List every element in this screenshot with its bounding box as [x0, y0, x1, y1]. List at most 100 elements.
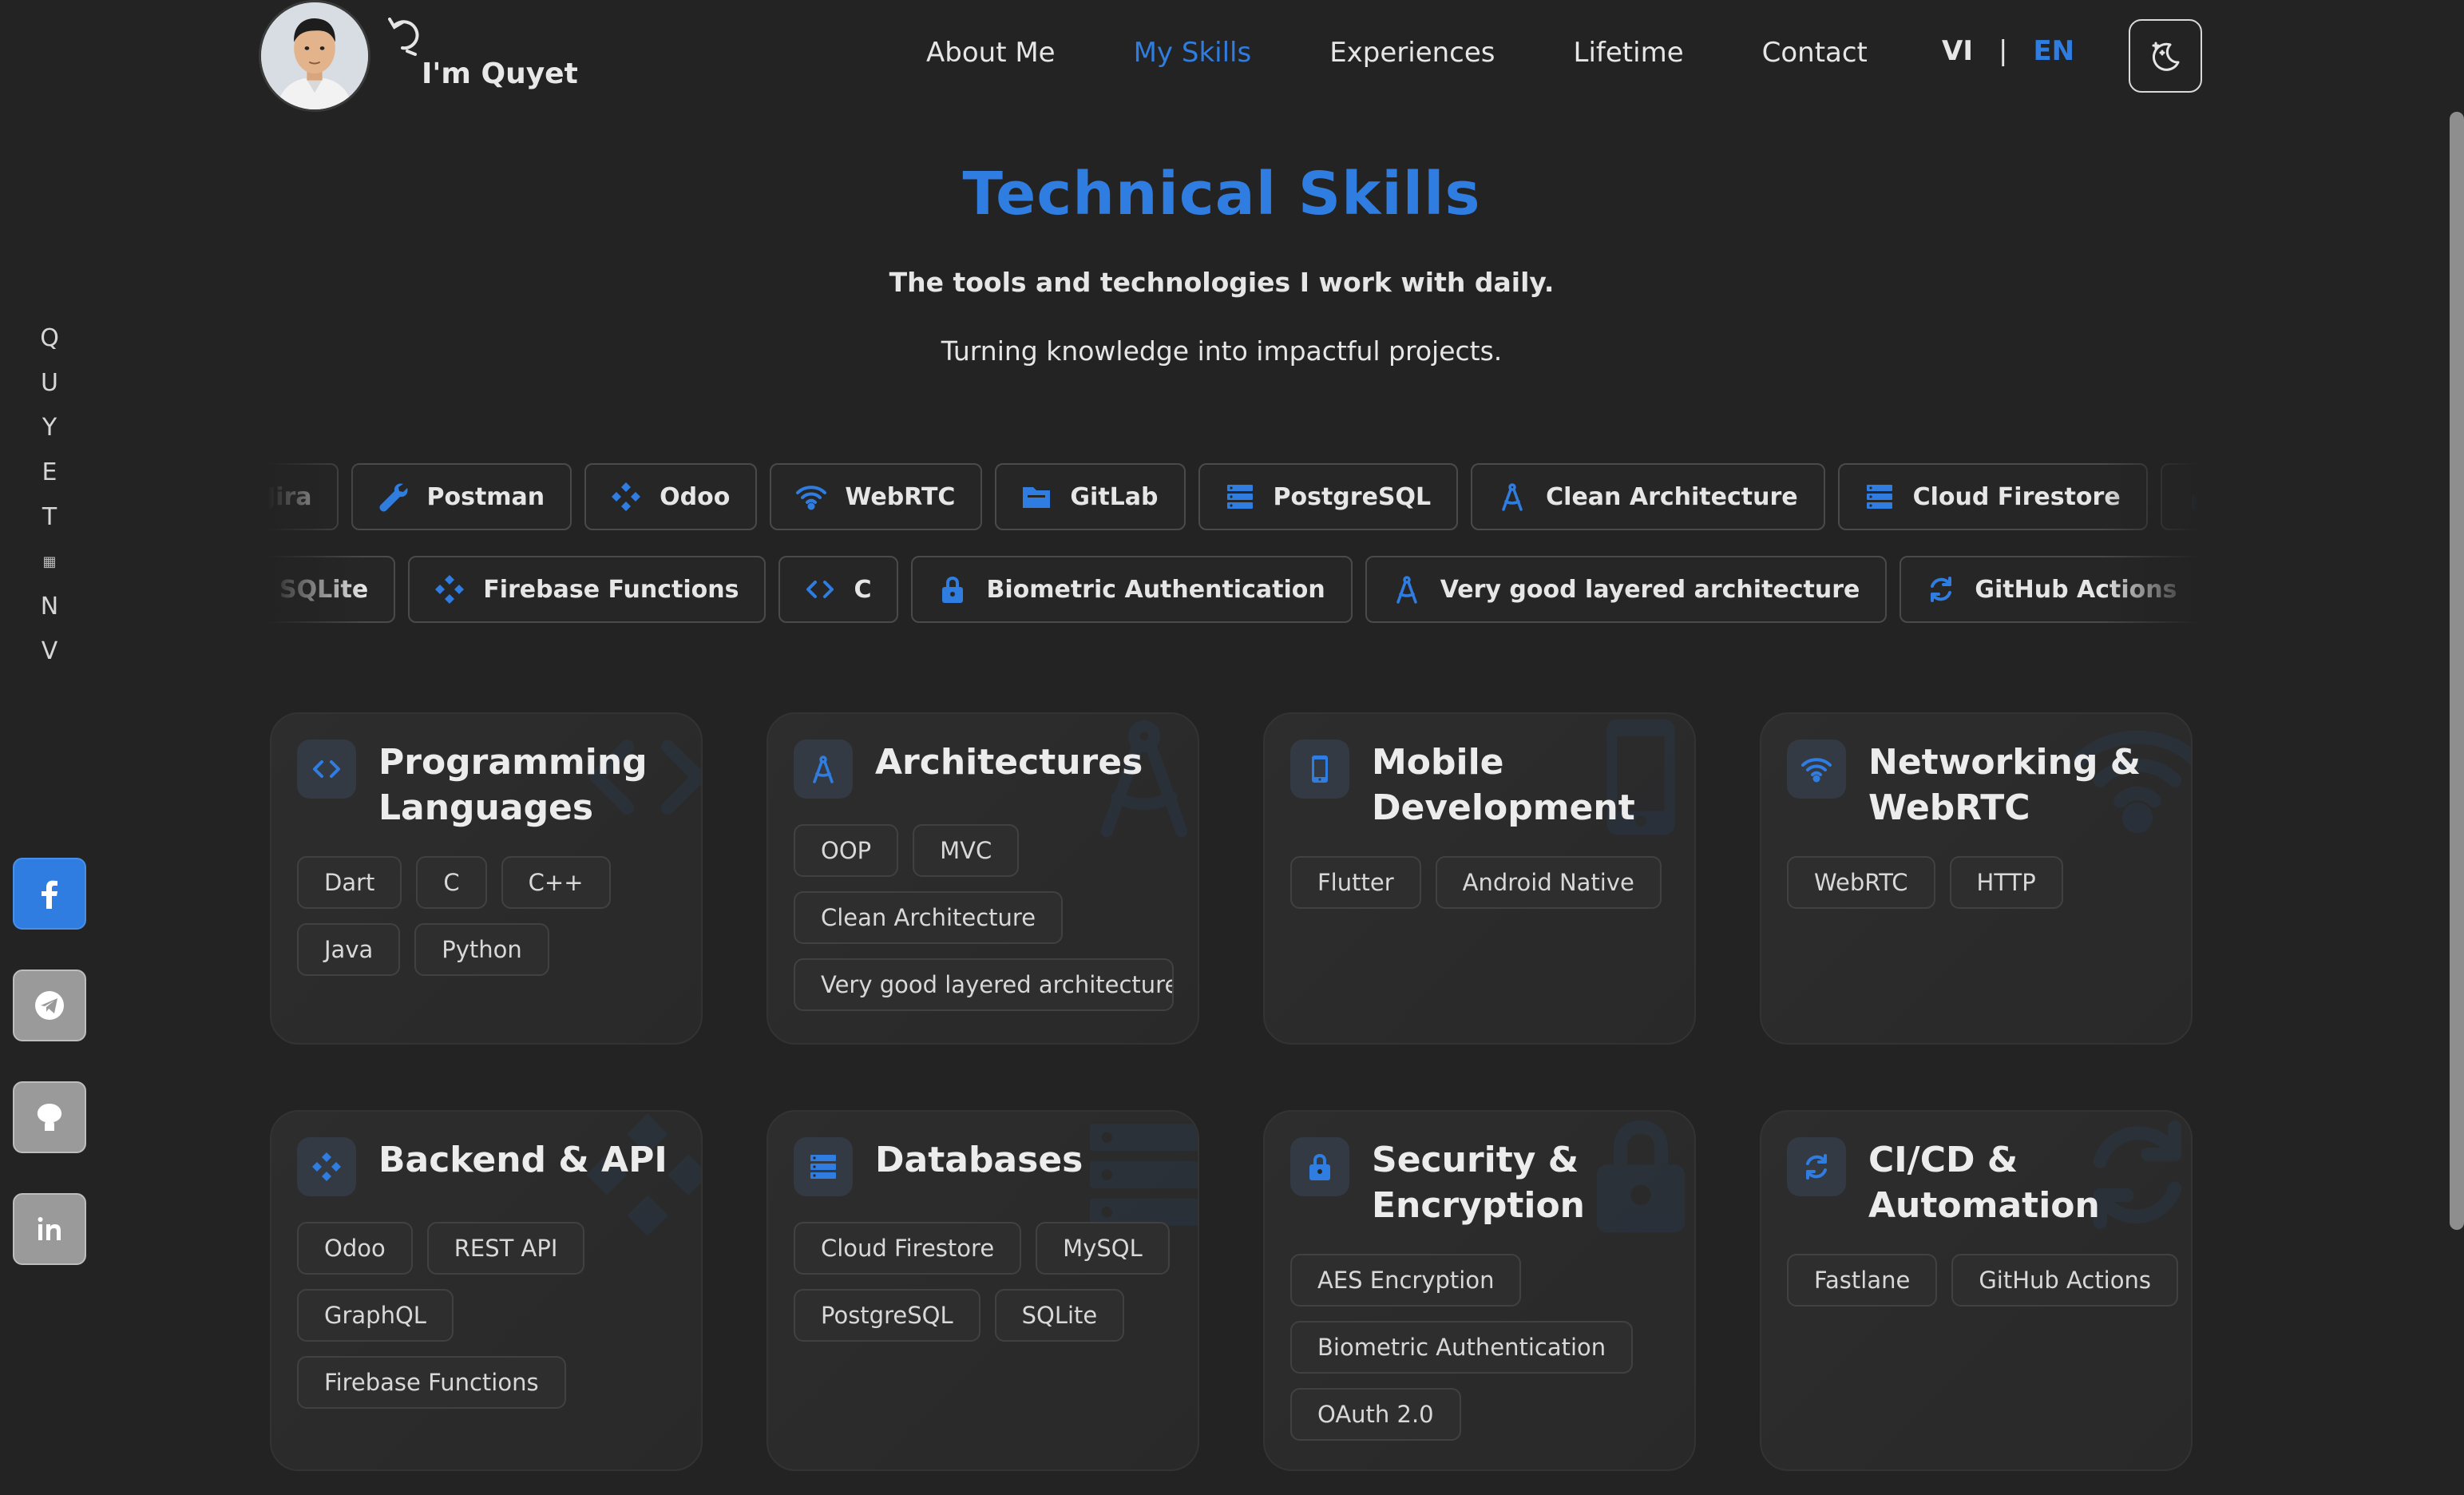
- telegram-icon: [35, 991, 64, 1020]
- social-links: [13, 858, 86, 1265]
- card-header: Security & Encryption: [1290, 1137, 1675, 1228]
- vertical-letter: T: [42, 503, 57, 531]
- card-tags: AES Encryption Biometric Authentication OA…: [1290, 1254, 1682, 1441]
- skill-tag: WebRTC: [1787, 856, 1935, 909]
- skill-chip-aes-encryption: AES Encryption: [2160, 463, 2197, 530]
- skill-chip-webrtc: WebRTC: [770, 463, 983, 530]
- lang-en-button[interactable]: EN: [2033, 35, 2074, 67]
- skill-chip-label: Odoo: [660, 482, 731, 511]
- github-button[interactable]: [13, 1081, 86, 1153]
- card-header: Backend & API: [297, 1137, 682, 1196]
- skill-tag: OAuth 2.0: [1290, 1388, 1461, 1441]
- card-header: Databases: [794, 1137, 1179, 1196]
- skill-tag: GitHub Actions: [1951, 1254, 2178, 1307]
- scrollbar-thumb[interactable]: [2450, 112, 2464, 1230]
- skill-tag: C: [416, 856, 487, 909]
- card-title: Networking & WebRTC: [1868, 742, 2141, 828]
- diamond-icon: [610, 481, 642, 513]
- vertical-letter: E: [42, 458, 57, 486]
- nav-about-me[interactable]: About Me: [926, 37, 1056, 69]
- card-tags: Dart C C++ Java Python: [297, 856, 688, 976]
- nav-my-skills[interactable]: My Skills: [1134, 37, 1252, 69]
- vertical-letter: V: [41, 637, 58, 665]
- vertical-name: Q U Y E T ▦ N V: [40, 316, 59, 674]
- refresh-icon[interactable]: [383, 14, 426, 58]
- skill-chip-label: SQLite: [279, 575, 369, 604]
- skill-chip-label: Clean Architecture: [1546, 482, 1798, 511]
- skill-chip-label: C: [854, 575, 872, 604]
- skill-chip-cloud-firestore: Cloud Firestore: [1837, 463, 2148, 530]
- card-tags: WebRTC HTTP: [1787, 856, 2178, 909]
- skill-chip-label: PostgreSQL: [1273, 482, 1432, 511]
- compass-icon: [1391, 573, 1423, 605]
- skill-chip-very-good-layered-architecture: Very good layered architecture: [1365, 556, 1888, 623]
- skill-chip-label: Firebase Functions: [483, 575, 739, 604]
- skills-marquee-row-1: Jira Postman Odoo WebRTC GitLab PostgreSQL Cle…: [268, 463, 2197, 533]
- card-tags: Odoo REST API GraphQL Firebase Functions: [297, 1222, 688, 1409]
- linkedin-button[interactable]: [13, 1193, 86, 1265]
- skill-chip-odoo: Odoo: [584, 463, 758, 530]
- moon-stars-icon: [2152, 42, 2180, 71]
- skill-tag: AES Encryption: [1290, 1254, 1522, 1307]
- wifi-icon: [795, 481, 827, 513]
- card-title: Programming Languages: [378, 742, 648, 828]
- skill-tag: Python: [414, 923, 549, 976]
- folder-icon: [1020, 481, 1052, 513]
- diamond-icon: [434, 573, 465, 605]
- skill-tag: OOP: [794, 824, 899, 877]
- skill-chip-postman: Postman: [351, 463, 572, 530]
- skill-card-programming-languages: Programming Languages Dart C C++ Java Python: [270, 712, 703, 1045]
- skill-chip-biometric-authentication: Biometric Authentication: [911, 556, 1353, 623]
- skill-tag: Dart: [297, 856, 402, 909]
- skill-tag: SQLite: [994, 1289, 1125, 1342]
- facebook-button[interactable]: [13, 858, 86, 930]
- vertical-letter: N: [40, 593, 59, 621]
- phone-icon: [1290, 740, 1349, 799]
- skill-tag: Firebase Functions: [297, 1356, 566, 1409]
- skill-card-mobile-development: Mobile Development Flutter Android Native: [1263, 712, 1696, 1045]
- vertical-letter: U: [41, 369, 58, 397]
- skill-chip-postgresql: PostgreSQL: [1198, 463, 1459, 530]
- skill-card-architectures: Architectures OOP MVC Clean Architecture Ver…: [767, 712, 1199, 1045]
- card-title: Architectures: [875, 742, 1143, 783]
- skill-chip-github-actions: GitHub Actions: [1899, 556, 2197, 623]
- facebook-icon: [42, 880, 57, 909]
- vertical-letter: Y: [42, 414, 57, 442]
- skill-tag: Cloud Firestore: [794, 1222, 1022, 1275]
- language-switcher: VI | EN: [1942, 35, 2074, 67]
- lang-vi-button[interactable]: VI: [1942, 35, 1973, 67]
- skills-marquee-row-2: SQLite Firebase Functions C Biometric Authe…: [268, 556, 2197, 626]
- avatar: [259, 0, 370, 112]
- card-title: Security & Encryption: [1372, 1140, 1586, 1226]
- skill-chip-label: WebRTC: [845, 482, 956, 511]
- card-tags: Fastlane GitHub Actions: [1787, 1254, 2178, 1307]
- main-nav: About Me My Skills Experiences Lifetime …: [926, 37, 1868, 69]
- page: I'm Quyet About Me My Skills Experiences…: [0, 0, 2464, 1495]
- card-header: CI/CD & Automation: [1787, 1137, 2172, 1228]
- lang-separator: |: [1998, 35, 2008, 67]
- nav-lifetime[interactable]: Lifetime: [1574, 37, 1684, 69]
- code-icon: [804, 573, 836, 605]
- page-tagline: Turning knowledge into impactful project…: [941, 335, 1503, 367]
- skill-tag: Very good layered architecture: [794, 958, 1174, 1011]
- page-subtitle: The tools and technologies I work with d…: [889, 267, 1555, 298]
- nav-contact[interactable]: Contact: [1762, 37, 1868, 69]
- skill-chip-label: GitLab: [1070, 482, 1159, 511]
- github-icon: [37, 1104, 62, 1131]
- skill-tag: MySQL: [1036, 1222, 1170, 1275]
- skill-chip-clean-architecture: Clean Architecture: [1471, 463, 1825, 530]
- sync-icon: [1787, 1137, 1846, 1196]
- nav-experiences[interactable]: Experiences: [1329, 37, 1495, 69]
- code-icon: [297, 740, 356, 799]
- lock-icon: [937, 573, 969, 605]
- card-header: Programming Languages: [297, 740, 682, 831]
- card-tags: Flutter Android Native: [1290, 856, 1682, 909]
- skill-chip-gitlab: GitLab: [995, 463, 1186, 530]
- theme-toggle-button[interactable]: [2129, 19, 2202, 93]
- linkedin-icon: [38, 1217, 61, 1240]
- brand-name: I'm Quyet: [422, 58, 578, 90]
- skill-tag: GraphQL: [297, 1289, 454, 1342]
- telegram-button[interactable]: [13, 970, 86, 1041]
- diamond-icon: [297, 1137, 356, 1196]
- skill-chip-jira: Jira: [268, 463, 339, 530]
